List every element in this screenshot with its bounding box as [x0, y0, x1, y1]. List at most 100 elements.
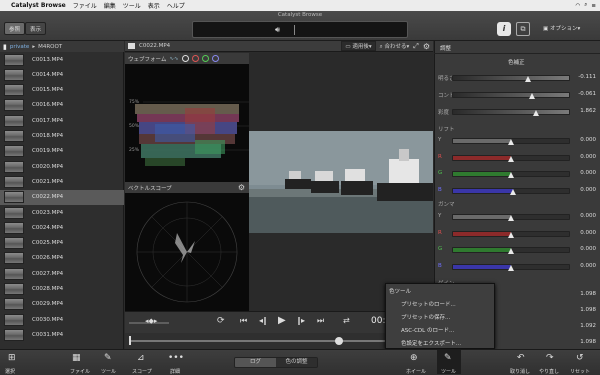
redo-label[interactable]: やり直し	[539, 368, 559, 375]
undo-icon[interactable]: ↶	[517, 353, 525, 363]
seek-track[interactable]	[129, 340, 429, 342]
tab-color-adjust[interactable]: 色の調整	[276, 358, 317, 367]
file-icon[interactable]: ▦	[72, 353, 81, 363]
channel-b-icon[interactable]	[211, 55, 219, 62]
export-color-settings-item[interactable]: 色設定をエクスポート...	[401, 339, 461, 347]
clip-item[interactable]: C0020.MP4	[0, 159, 124, 174]
scope-label[interactable]: スコープ	[132, 368, 152, 375]
tab-log[interactable]: ログ	[235, 358, 276, 367]
clip-item[interactable]: C0023.MP4	[0, 205, 124, 220]
tools-wrench-icon[interactable]: ✎	[444, 353, 452, 363]
clip-item[interactable]: C0014.MP4	[0, 67, 124, 82]
gear-icon[interactable]: ⚙	[238, 183, 245, 192]
clip-thumbnail	[4, 328, 24, 341]
detail-label[interactable]: 詳細	[170, 368, 180, 375]
view-mode-button[interactable]: 表示	[25, 22, 46, 35]
gamma-r-slider-handle[interactable]	[507, 231, 514, 238]
load-asc-cdl-item[interactable]: ASC-CDL のロード...	[401, 326, 454, 334]
clip-item[interactable]: C0018.MP4	[0, 129, 124, 144]
info-icon[interactable]: i	[497, 22, 511, 36]
clip-item[interactable]: C0026.MP4	[0, 251, 124, 266]
play-icon[interactable]: ▶	[278, 315, 286, 326]
contrast-slider-handle[interactable]	[528, 93, 535, 99]
clip-item[interactable]: C0013.MP4	[0, 52, 124, 67]
wifi-icon[interactable]: ◠	[575, 3, 580, 9]
menu-help[interactable]: ヘルプ	[167, 1, 185, 10]
gamma-g-slider-handle[interactable]	[507, 248, 514, 254]
wheel-label[interactable]: ホイール	[406, 368, 426, 375]
go-to-end-icon[interactable]: ⏭	[317, 316, 324, 326]
file-label[interactable]: ファイル	[70, 368, 90, 375]
gear-icon[interactable]: ⚙	[423, 42, 430, 51]
gamma-b-slider-handle[interactable]	[507, 264, 514, 271]
clip-item[interactable]: C0022.MP4	[0, 189, 124, 205]
lift-b-slider-handle[interactable]	[509, 188, 516, 195]
list-icon[interactable]: ≡	[591, 3, 596, 9]
tools-label[interactable]: ツール	[441, 368, 456, 375]
select-icon[interactable]: ⊞	[8, 353, 16, 363]
clip-item[interactable]: C0017.MP4	[0, 113, 124, 128]
playhead[interactable]	[335, 337, 343, 345]
clip-item[interactable]: C0015.MP4	[0, 83, 124, 98]
redo-icon[interactable]: ↷	[546, 353, 554, 363]
menu-tools[interactable]: ツール	[123, 1, 141, 10]
menu-edit[interactable]: 編集	[104, 1, 116, 10]
shuttle-icon[interactable]: ◂◆▸	[145, 317, 157, 325]
channel-g-icon[interactable]	[201, 55, 209, 62]
wave-icon[interactable]: ∿∿	[169, 56, 178, 62]
wheel-icon[interactable]: ⊕	[410, 353, 418, 363]
reset-icon[interactable]: ↺	[576, 353, 584, 363]
saturation-slider-handle[interactable]	[533, 110, 540, 116]
breadcrumb-parent[interactable]: private	[10, 44, 29, 50]
save-preset-item[interactable]: プリセットの保存...	[401, 313, 450, 321]
in-marker[interactable]	[129, 336, 131, 345]
gamma-y-slider-handle[interactable]	[507, 215, 514, 221]
clip-item[interactable]: C0027.MP4	[0, 266, 124, 281]
channel-r-icon[interactable]	[191, 55, 199, 62]
clip-item[interactable]: C0019.MP4	[0, 144, 124, 159]
scope-icon[interactable]: ⊿	[137, 353, 145, 363]
clip-item[interactable]: C0016.MP4	[0, 98, 124, 113]
clip-item[interactable]: C0028.MP4	[0, 282, 124, 297]
more-icon[interactable]: •••	[168, 353, 184, 363]
lift-g-slider-handle[interactable]	[507, 172, 514, 178]
lift-y-slider-handle[interactable]	[507, 139, 514, 145]
brightness-slider-handle[interactable]	[525, 76, 532, 82]
select-label[interactable]: 選択	[5, 368, 15, 375]
menu-file[interactable]: ファイル	[73, 1, 97, 10]
clip-thumbnail	[4, 84, 24, 97]
fullscreen-icon[interactable]: ⤢	[413, 42, 419, 51]
clip-item[interactable]: C0029.MP4	[0, 297, 124, 312]
clip-item[interactable]: C0021.MP4	[0, 174, 124, 189]
clip-item[interactable]: C0025.MP4	[0, 236, 124, 251]
tool-wrench-icon[interactable]: ✎	[104, 353, 112, 363]
load-preset-item[interactable]: プリセットのロード...	[401, 300, 456, 308]
menu-app[interactable]: Catalyst Browse	[11, 2, 66, 9]
brightness-slider[interactable]	[452, 75, 570, 81]
undo-label[interactable]: 取り消し	[510, 368, 530, 375]
clip-item[interactable]: C0024.MP4	[0, 220, 124, 235]
view-select[interactable]: ▭ 適用後▾	[341, 41, 376, 51]
breadcrumb-current[interactable]: M4ROOT	[38, 44, 62, 50]
reset-label[interactable]: リセット	[570, 368, 590, 375]
windows-icon[interactable]: ⧉	[516, 22, 530, 36]
search-icon[interactable]: ⌕	[584, 2, 587, 9]
lift-r-slider-handle[interactable]	[507, 155, 514, 162]
step-back-icon[interactable]: ◂‖	[259, 316, 267, 325]
options-button[interactable]: ▣ オプション▾	[543, 24, 580, 32]
menu-view[interactable]: 表示	[148, 1, 160, 10]
clip-item[interactable]: C0030.MP4	[0, 312, 124, 327]
clip-item[interactable]: C0031.MP4	[0, 327, 124, 342]
saturation-value: 1.862	[580, 108, 596, 114]
step-forward-icon[interactable]: ‖▸	[297, 316, 305, 325]
fit-select[interactable]: ⌕ 合わせる▾	[380, 42, 410, 51]
go-to-start-icon[interactable]: ⏮	[240, 316, 247, 326]
contrast-slider[interactable]	[452, 92, 570, 98]
channel-all-icon[interactable]	[181, 55, 189, 62]
tool-label[interactable]: ツール	[101, 368, 116, 375]
saturation-slider[interactable]	[452, 109, 570, 115]
loop-icon[interactable]: ⟳	[217, 316, 225, 326]
repeat-icon[interactable]: ⇄	[343, 316, 350, 325]
volume-icon[interactable]: 🔊︎	[275, 25, 280, 35]
browse-mode-button[interactable]: 参照	[4, 22, 25, 35]
